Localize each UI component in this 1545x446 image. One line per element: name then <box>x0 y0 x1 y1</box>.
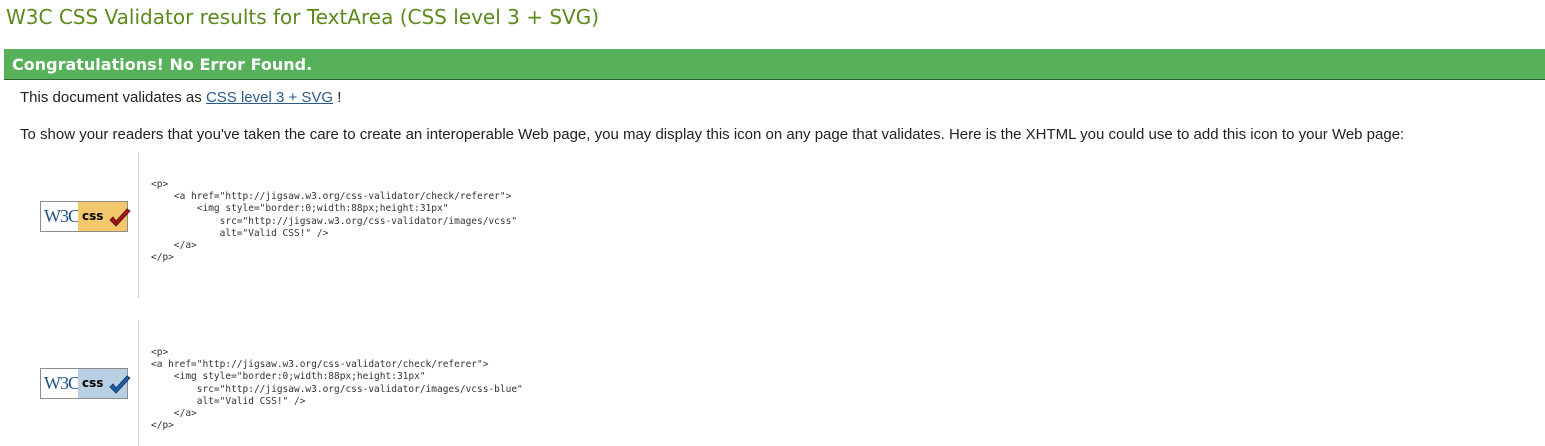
w3c-logo: W3C <box>44 373 80 393</box>
badge-image: W3C css <box>40 368 131 399</box>
badge-image: W3C css <box>40 201 131 232</box>
w3c-logo-text: W3C <box>44 373 80 393</box>
success-banner: Congratulations! No Error Found. <box>4 49 1545 80</box>
badge-block-blue: W3C css <p> <a href="http://jigsaw.w3.or… <box>0 320 1545 446</box>
badge-css-text: css <box>82 376 104 390</box>
validates-prefix: This document validates as <box>20 89 206 106</box>
valid-css-badge-blue: W3C css <box>40 368 131 399</box>
badge-snippet-code: <p> <a href="http://jigsaw.w3.org/css-va… <box>151 347 523 432</box>
success-banner-text: Congratulations! No Error Found. <box>12 55 313 74</box>
checkmark-icon <box>109 208 131 227</box>
validates-line: This document validates as CSS level 3 +… <box>20 89 341 106</box>
icon-info-text: To show your readers that you've taken t… <box>20 126 1405 143</box>
badge-snippet-code: <p> <a href="http://jigsaw.w3.org/css-va… <box>151 179 518 264</box>
validates-suffix: ! <box>333 89 342 106</box>
code-divider <box>138 152 139 298</box>
w3c-logo-text: W3C <box>44 206 80 226</box>
badge-css-text: css <box>82 209 104 223</box>
css-level-link[interactable]: CSS level 3 + SVG <box>206 89 333 106</box>
validator-results-page: W3C CSS Validator results for TextArea (… <box>0 0 1545 446</box>
valid-css-badge-gold: W3C css <box>40 201 131 232</box>
page-title: W3C CSS Validator results for TextArea (… <box>6 5 599 29</box>
badge-block-gold: W3C css <p> <a href="http://jigsaw.w3.or… <box>0 152 1545 298</box>
checkmark-icon <box>109 375 131 394</box>
w3c-logo: W3C <box>44 206 80 226</box>
code-divider <box>138 320 139 446</box>
